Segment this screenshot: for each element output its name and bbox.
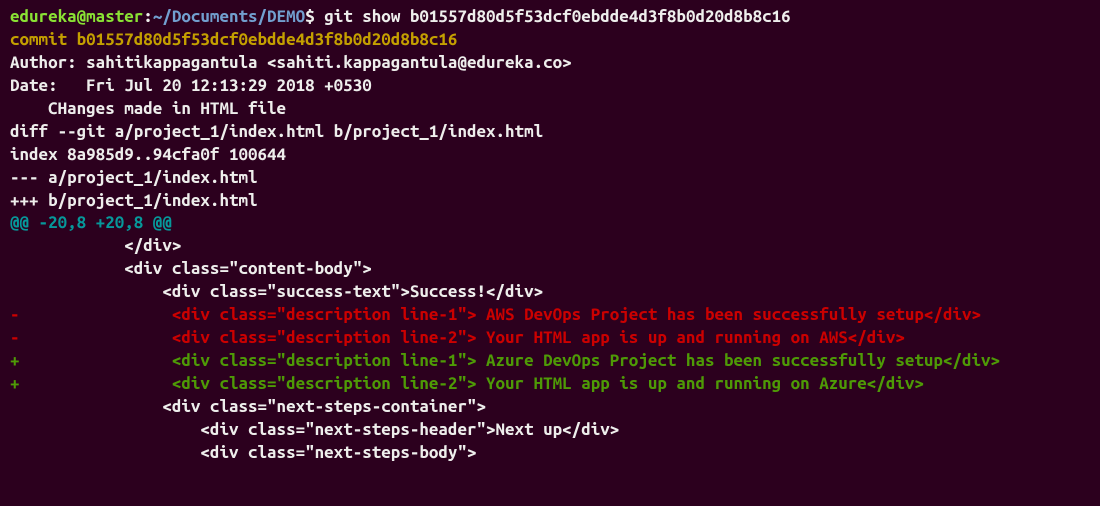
terminal-output[interactable]: edureka@master:~/Documents/DEMO$ git sho… [10, 6, 1090, 465]
context-line: <div class="next-steps-body"> [10, 442, 1090, 465]
hunk-header: @@ -20,8 +20,8 @@ [10, 212, 1090, 235]
deleted-line: - <div class="description line-1"> AWS D… [10, 304, 1090, 327]
commit-message: CHanges made in HTML file [10, 98, 1090, 121]
commit-line: commit b01557d80d5f53dcf0ebdde4d3f8b0d20… [10, 29, 1090, 52]
context-line: <div class="next-steps-header">Next up</… [10, 419, 1090, 442]
diff-old-file: --- a/project_1/index.html [10, 167, 1090, 190]
context-line: <div class="content-body"> [10, 258, 1090, 281]
diff-new-file: +++ b/project_1/index.html [10, 190, 1090, 213]
user-host: edureka@master [10, 7, 143, 26]
prompt-line: edureka@master:~/Documents/DEMO$ git sho… [10, 6, 1090, 29]
author-line: Author: sahitikappagantula <sahiti.kappa… [10, 52, 1090, 75]
added-line: + <div class="description line-1"> Azure… [10, 350, 1090, 373]
context-line: <div class="success-text">Success!</div> [10, 281, 1090, 304]
cwd-path: ~/Documents/DEMO [153, 7, 305, 26]
deleted-line: - <div class="description line-2"> Your … [10, 327, 1090, 350]
context-line: </div> [10, 235, 1090, 258]
diff-header: diff --git a/project_1/index.html b/proj… [10, 121, 1090, 144]
dollar: $ [305, 7, 324, 26]
added-line: + <div class="description line-2"> Your … [10, 373, 1090, 396]
date-line: Date: Fri Jul 20 12:13:29 2018 +0530 [10, 75, 1090, 98]
colon: : [143, 7, 153, 26]
context-line: <div class="next-steps-container"> [10, 396, 1090, 419]
command-text: git show b01557d80d5f53dcf0ebdde4d3f8b0d… [324, 7, 790, 26]
diff-index: index 8a985d9..94cfa0f 100644 [10, 144, 1090, 167]
